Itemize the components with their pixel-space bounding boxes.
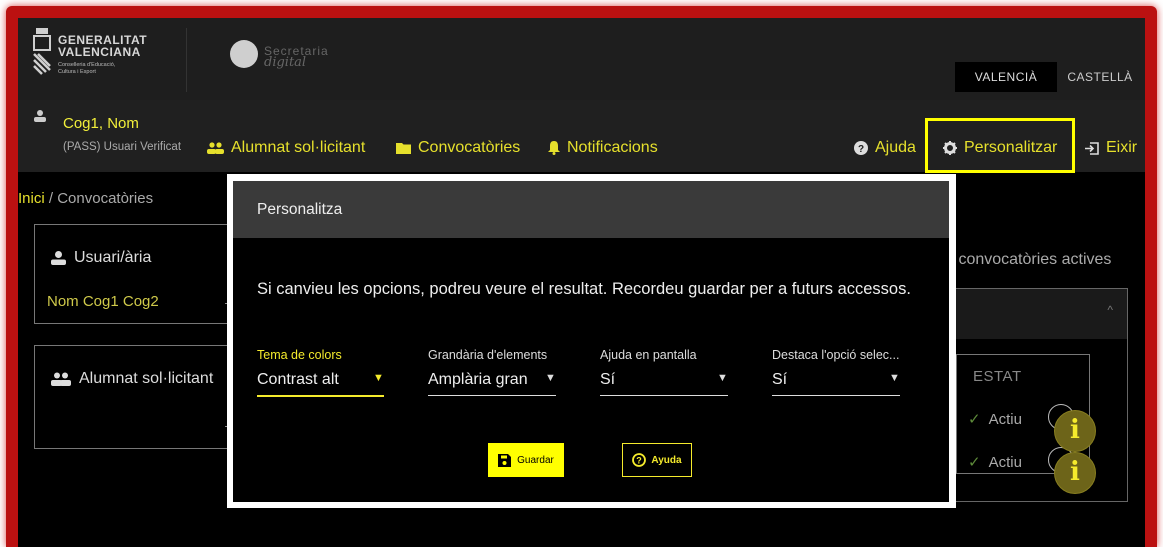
app-screen: GENERALITAT VALENCIANA Conselleria d'Edu…: [18, 18, 1145, 547]
lang-valencia-button[interactable]: VALENCIÀ: [955, 62, 1057, 92]
sd-line2: digital: [264, 55, 307, 70]
folder-icon: [396, 143, 411, 154]
check-icon: ✓: [968, 454, 981, 471]
estat-value: Actiu: [988, 453, 1022, 471]
bell-icon: [548, 141, 560, 155]
info-icon: i: [1070, 415, 1080, 445]
info-button[interactable]: i: [1054, 410, 1096, 452]
usuari-card[interactable]: Usuari/ària Nom Cog1 Cog2 →: [34, 224, 244, 324]
tema-colors-label: Tema de colors: [257, 348, 342, 362]
caret-down-icon[interactable]: ▼: [889, 372, 900, 384]
users-icon: [207, 142, 224, 154]
question-circle-icon: ?: [632, 453, 647, 467]
check-icon: ✓: [968, 411, 981, 428]
tema-colors-select[interactable]: Contrast alt: [257, 371, 339, 389]
gva-sub-line2: Cultura i Esport: [58, 69, 96, 75]
breadcrumb: Inici / Convocatòries: [18, 190, 153, 207]
question-circle-icon: ?: [854, 141, 868, 155]
destaca-opcio-label: Destaca l'opció selec...: [772, 348, 900, 362]
tema-colors-underline: [257, 395, 384, 397]
ajuda-pantalla-label: Ajuda en pantalla: [600, 348, 697, 362]
crest-icon: [33, 28, 51, 75]
floppy-disk-icon: [498, 453, 512, 467]
convocatories-actives-title: s convocatòries actives: [946, 251, 1112, 268]
help-button[interactable]: ? Ayuda: [622, 443, 692, 477]
personalitzar-highlight: [925, 118, 1075, 173]
nav-notificacions-label: Notificacions: [567, 139, 658, 156]
breadcrumb-current: Convocatòries: [57, 190, 154, 207]
user-icon: [34, 110, 46, 122]
caret-down-icon[interactable]: ▼: [717, 372, 728, 384]
usuari-card-value: Nom Cog1 Cog2: [47, 293, 159, 310]
svg-text:?: ?: [858, 144, 864, 155]
top-bar: GENERALITAT VALENCIANA Conselleria d'Edu…: [18, 18, 1145, 100]
estat-column-header: ESTAT: [973, 368, 1022, 385]
alumnat-card-title: Alumnat sol·licitant: [79, 370, 214, 387]
nav-ajuda-label: Ajuda: [875, 139, 916, 156]
panel-header[interactable]: ^: [949, 289, 1127, 339]
table-row: ✓ Actiu: [968, 453, 1022, 472]
modal-header: Personalitza: [233, 181, 949, 238]
logout-icon: [1085, 141, 1099, 155]
save-button-label: Guardar: [517, 454, 554, 466]
secretaria-logo-icon: [230, 40, 258, 68]
header-divider: [186, 28, 187, 92]
grandaria-label: Grandària d'elements: [428, 348, 548, 362]
nav-alumnat[interactable]: Alumnat sol·licitant: [207, 139, 365, 157]
save-button[interactable]: Guardar: [488, 443, 564, 477]
info-button[interactable]: i: [1054, 452, 1096, 494]
destaca-opcio-underline: [772, 395, 900, 396]
nav-ajuda[interactable]: ? Ajuda: [854, 139, 916, 157]
grandaria-underline: [428, 395, 556, 396]
personalitza-modal-frame: Personalitza Si canvieu les opcions, pod…: [227, 174, 956, 508]
caret-down-icon[interactable]: ▼: [373, 372, 384, 384]
estat-value: Actiu: [988, 410, 1022, 428]
nav-notificacions[interactable]: Notificacions: [548, 139, 658, 157]
usuari-card-title: Usuari/ària: [74, 249, 152, 266]
users-icon: [51, 372, 71, 386]
ajuda-pantalla-select[interactable]: Sí: [600, 371, 615, 389]
user-auth-status: (PASS) Usuari Verificat: [63, 141, 182, 153]
gva-sub-line1: Conselleria d'Educació,: [58, 62, 116, 68]
nav-bar: Cog1, Nom (PASS) Usuari Verificat Alumna…: [18, 100, 1145, 173]
nav-alumnat-label: Alumnat sol·licitant: [231, 139, 366, 156]
info-icon: i: [1070, 457, 1080, 487]
caret-down-icon[interactable]: ▼: [545, 372, 556, 384]
nav-eixir-label: Eixir: [1106, 139, 1138, 156]
grandaria-select[interactable]: Amplària gran: [428, 371, 528, 389]
user-name[interactable]: Cog1, Nom: [63, 115, 139, 132]
generalitat-logo[interactable]: GENERALITAT VALENCIANA Conselleria d'Edu…: [32, 28, 182, 88]
lang-castella-button[interactable]: CASTELLÀ: [1058, 62, 1142, 92]
table-row: ✓ Actiu: [968, 410, 1022, 429]
ajuda-pantalla-underline: [600, 395, 728, 396]
alumnat-card[interactable]: Alumnat sol·licitant →: [34, 345, 244, 449]
breadcrumb-separator: /: [44, 190, 58, 207]
user-icon: [51, 251, 66, 265]
nav-convocatories[interactable]: Convocatòries: [396, 139, 520, 157]
chevron-up-icon: ^: [1107, 303, 1113, 317]
breadcrumb-home-link[interactable]: Inici: [18, 190, 45, 207]
destaca-opcio-select[interactable]: Sí: [772, 371, 787, 389]
svg-text:?: ?: [637, 456, 643, 466]
gva-title-line2: VALENCIANA: [58, 45, 141, 59]
nav-eixir[interactable]: Eixir: [1085, 139, 1137, 157]
modal-message: Si canvieu les opcions, podreu veure el …: [257, 280, 911, 298]
modal-title: Personalitza: [257, 201, 343, 218]
personalitza-modal: Personalitza Si canvieu les opcions, pod…: [233, 181, 949, 502]
secretaria-digital-logo[interactable]: Secretaria digital: [230, 38, 340, 70]
nav-convocatories-label: Convocatòries: [418, 139, 521, 156]
help-button-label: Ayuda: [651, 454, 682, 466]
